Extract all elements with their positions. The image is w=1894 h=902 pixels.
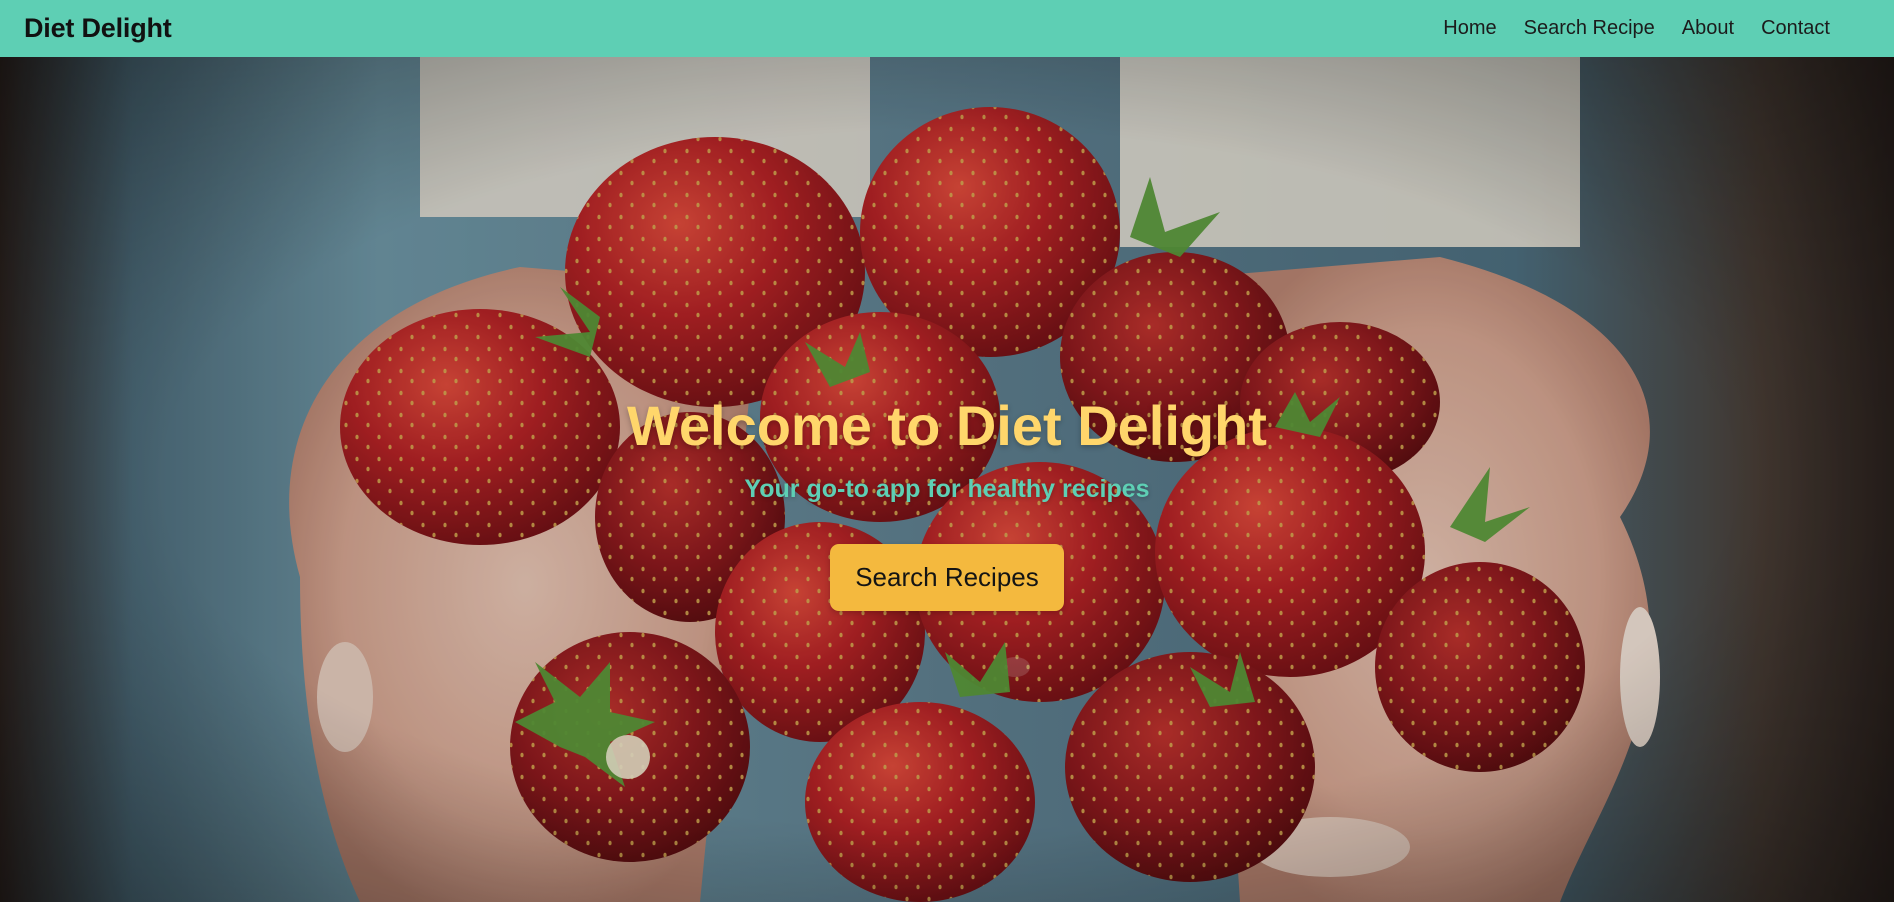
nav-link-about[interactable]: About: [1682, 17, 1734, 39]
nav-item-contact: Contact: [1761, 17, 1830, 40]
search-recipes-button[interactable]: Search Recipes: [830, 543, 1064, 611]
nav-link-home[interactable]: Home: [1443, 17, 1496, 39]
brand-logo[interactable]: Diet Delight: [24, 13, 172, 44]
nav-item-search-recipe: Search Recipe: [1524, 17, 1655, 40]
hero-content: Welcome to Diet Delight Your go-to app f…: [0, 395, 1894, 611]
nav-item-home: Home: [1443, 17, 1496, 40]
nav-link-search-recipe[interactable]: Search Recipe: [1524, 17, 1655, 39]
nav-item-about: About: [1682, 17, 1734, 40]
hero-title: Welcome to Diet Delight: [627, 394, 1267, 457]
hero-subtitle: Your go-to app for healthy recipes: [744, 474, 1150, 503]
top-navbar: Diet Delight Home Search Recipe About Co…: [0, 0, 1894, 57]
nav-links: Home Search Recipe About Contact: [1443, 17, 1830, 40]
hero-section: Welcome to Diet Delight Your go-to app f…: [0, 57, 1894, 902]
nav-link-contact[interactable]: Contact: [1761, 17, 1830, 39]
page: Diet Delight Home Search Recipe About Co…: [0, 0, 1894, 902]
